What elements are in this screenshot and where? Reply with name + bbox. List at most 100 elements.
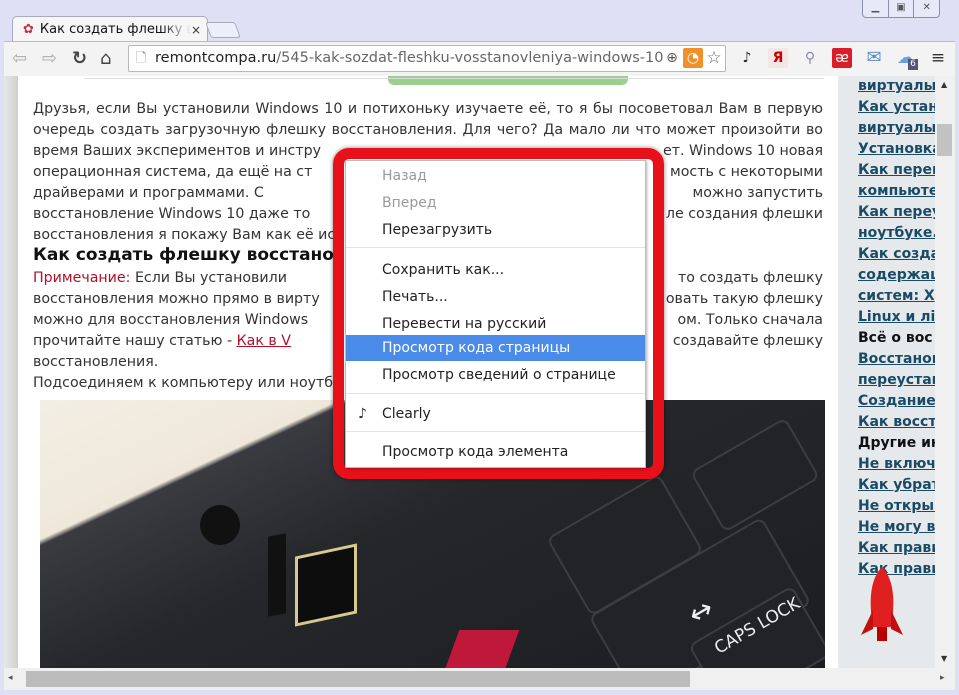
menu-item-2[interactable]: Перезагрузить (346, 217, 645, 243)
sidebar-link[interactable]: Восстанов (838, 349, 935, 370)
sidebar-link[interactable]: Как переу (838, 202, 935, 223)
cloud-icon[interactable]: ☁ 6 (896, 48, 918, 70)
menu-item-6[interactable]: Просмотр кода страницы (346, 335, 645, 361)
sidebar-link[interactable]: содержащ (838, 265, 935, 286)
menu-item-label: Сохранить как... (382, 262, 505, 278)
note-label: Примечание: (33, 270, 131, 286)
horizontal-scroll-thumb[interactable] (26, 671, 690, 687)
menu-item-0: Назад (346, 163, 645, 189)
scroll-right-arrow[interactable]: ▸ (940, 673, 945, 683)
zoom-icon[interactable]: ⊕ (662, 48, 682, 68)
reload-icon[interactable]: ↻ (72, 48, 87, 69)
rss-icon[interactable]: ◔ (683, 48, 703, 68)
scroll-down-arrow[interactable]: ▼ (941, 654, 947, 663)
mail-icon[interactable]: ✉ (864, 48, 884, 68)
search-icon[interactable]: ⚲ (800, 48, 820, 68)
paragraph-line: Друзья, если Вы установили Windows 10 и … (33, 99, 823, 120)
menu-item-5[interactable]: Перевести на русский (346, 311, 645, 337)
text-left: время Ваших экспериментов и инстру (33, 143, 321, 159)
new-tab-button[interactable] (205, 22, 241, 38)
text-left: восстановления я покажу Вам как её ис (33, 227, 336, 243)
menu-item-label: Просмотр кода страницы (382, 340, 571, 356)
star-icon[interactable]: ☆ (704, 48, 724, 68)
sidebar-link[interactable]: Linux и лі (838, 307, 935, 328)
sidebar-link[interactable]: ноутбуке. (838, 223, 935, 244)
horizontal-scrollbar[interactable]: ◂ ▸ (4, 668, 955, 690)
text-left: восстановления. (33, 352, 158, 373)
maximize-button[interactable]: ▣ (889, 0, 915, 17)
sidebar-link[interactable]: виртуалы (838, 118, 935, 139)
text-right: можно запустить (692, 185, 823, 201)
sidebar-link[interactable]: Не включ (838, 454, 935, 475)
cloud-badge: 6 (908, 59, 918, 70)
menu-item-label: Просмотр сведений о странице (382, 367, 616, 383)
text-right: овать такую флешку (665, 291, 823, 307)
avira-icon[interactable]: ᴂ (832, 48, 852, 68)
remontcompa-icon: ✿ (23, 22, 34, 37)
menu-separator (346, 393, 645, 394)
url-domain: remontcompa.ru (155, 50, 277, 66)
minimize-button[interactable]: ▁ (863, 0, 889, 17)
sidebar-link[interactable]: виртуалы (838, 76, 935, 97)
sidebar-link[interactable]: систем: Х (838, 286, 935, 307)
page-icon: 🗋 (136, 51, 147, 66)
tab-close-button[interactable]: × (191, 23, 207, 37)
text-right: ет. Windows 10 новая (663, 143, 823, 159)
back-icon[interactable]: ⇦ (12, 48, 27, 69)
sidebar-link[interactable]: Как восст (838, 412, 935, 433)
close-window-button[interactable]: ✕ (914, 0, 939, 17)
sidebar-heading: Другие ин (858, 435, 935, 451)
text-right: ле создания флешки (665, 206, 823, 222)
paragraph-line: очередь создать загрузочную флешку восст… (33, 120, 823, 141)
clearly-icon[interactable]: ♪ (737, 48, 757, 68)
sidebar-link[interactable]: Как прави (838, 538, 935, 559)
rocket-scroll-top-icon[interactable] (855, 565, 910, 645)
menu-item-9[interactable]: Просмотр кода элемента (346, 439, 645, 465)
sidebar-link[interactable]: Как созда (838, 244, 935, 265)
sidebar-link[interactable]: Как убрат (838, 475, 935, 496)
menu-item-label: Clearly (382, 406, 431, 422)
menu-item-3[interactable]: Сохранить как... (346, 257, 645, 283)
menu-item-label: Назад (382, 168, 427, 184)
sidebar-link[interactable]: Установка (838, 139, 935, 160)
menu-item-4[interactable]: Печать... (346, 284, 645, 310)
sidebar-link[interactable]: Как устан (838, 97, 935, 118)
address-bar[interactable]: 🗋 remontcompa.ru/545-kak-sozdat-fleshku-… (128, 45, 726, 72)
text-left: прочитайте нашу статью - Как в V (33, 331, 291, 352)
sidebar-link[interactable]: Не открыі (838, 496, 935, 517)
menu-icon[interactable]: ≡ (928, 48, 948, 68)
text-right: ом. Только сначала (677, 312, 823, 328)
sidebar-link[interactable]: переустан (838, 370, 935, 391)
article-link[interactable]: Как в V (237, 333, 291, 349)
sidebar-link[interactable]: компьюте (838, 181, 935, 202)
text-right: создавайте флешку (672, 333, 823, 349)
vertical-scrollbar[interactable]: ▲ ▼ (935, 76, 955, 668)
text-fragment: восстановления. (33, 354, 159, 370)
context-menu: Назад Вперед Перезагрузить Сохранить как...… (345, 160, 646, 468)
clearly-lamp-icon: ♪ (358, 406, 367, 422)
menu-item-label: Перевести на русский (382, 316, 547, 332)
window-controls: ▁ ▣ ✕ (862, 0, 940, 18)
sidebar-link[interactable]: Создание (838, 391, 935, 412)
sidebar-link[interactable]: Не могу в (838, 517, 935, 538)
url-path: /545-kak-sozdat-fleshku-vosstanovleniya-… (276, 50, 678, 66)
menu-item-label: Печать... (382, 289, 448, 305)
menu-item-1: Вперед (346, 190, 645, 216)
menu-item-label: Вперед (382, 195, 437, 211)
text-fragment: прочитайте нашу статью - (33, 333, 233, 349)
home-icon[interactable]: ⌂ (100, 48, 111, 69)
sidebar-link[interactable]: Как перен (838, 160, 935, 181)
menu-item-8[interactable]: ♪ Clearly (346, 401, 645, 427)
text-left: восстановление Windows 10 даже то (33, 206, 311, 222)
menu-item-label: Перезагрузить (382, 222, 493, 238)
tab-active[interactable]: ✿ Как создать флешку восстановления Wind… (12, 16, 208, 42)
menu-item-7[interactable]: Просмотр сведений о странице (346, 362, 645, 388)
yandex-icon[interactable]: Я (768, 48, 788, 68)
scroll-left-arrow[interactable]: ◂ (8, 673, 13, 683)
forward-icon[interactable]: ⇨ (42, 48, 57, 69)
menu-separator (346, 247, 645, 248)
vertical-scroll-thumb[interactable] (937, 124, 952, 156)
scroll-up-arrow[interactable]: ▲ (941, 80, 947, 89)
text-right: мость с некоторыми (670, 164, 823, 180)
sidebar-heading: Всё о вос (858, 330, 933, 346)
